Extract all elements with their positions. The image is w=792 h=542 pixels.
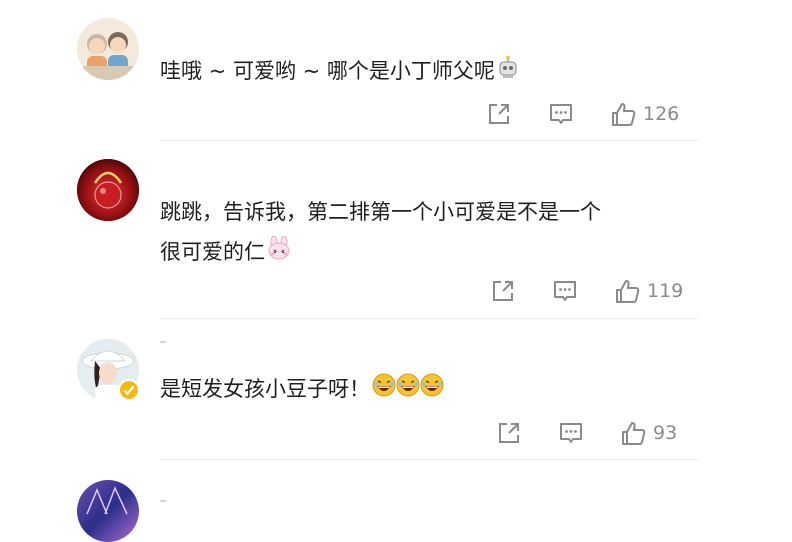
comment-body-line1: 跳跳，告诉我，第二排第一个小可爱是不是一个 xyxy=(160,200,601,224)
like-count: 119 xyxy=(647,280,684,302)
comment-text: 跳跳，告诉我，第二排第一个小可爱是不是一个 很可爱的仁 xyxy=(160,193,601,272)
comment-body: 哇哦 ~ 可爱哟 ~ 哪个是小丁师父呢 xyxy=(160,59,495,83)
share-button[interactable] xyxy=(490,276,516,306)
thumbs-up-icon xyxy=(622,421,646,445)
comment-text: 是短发女孩小豆子呀！ xyxy=(160,370,444,409)
comment-body: 是短发女孩小豆子呀！ xyxy=(160,377,370,401)
robot-emoji-icon xyxy=(497,53,519,91)
avatar[interactable] xyxy=(77,480,139,542)
comment-item: 是短发女孩小豆子呀！ 93 xyxy=(0,319,792,460)
comment-icon xyxy=(550,104,572,124)
comment-body-line2: 很可爱的仁 xyxy=(160,240,265,264)
avatar[interactable] xyxy=(77,159,139,221)
like-button[interactable]: 119 xyxy=(614,276,683,306)
bunny-emoji-icon xyxy=(267,234,291,272)
comment-item: 哇哦 ~ 可爱哟 ~ 哪个是小丁师父呢 126 xyxy=(0,0,792,141)
comment-text: 哇哦 ~ 可爱哟 ~ 哪个是小丁师父呢 xyxy=(160,52,519,91)
comment-icon xyxy=(560,423,582,443)
share-button[interactable] xyxy=(486,99,512,129)
comment-actions: 93 xyxy=(496,418,706,448)
comment-item: 跳跳，告诉我，第二排第一个小可爱是不是一个 很可爱的仁 119 xyxy=(0,141,792,319)
share-icon xyxy=(493,281,513,301)
laughing-emoji-icon xyxy=(372,371,444,409)
comment-actions: 126 xyxy=(486,99,696,129)
reply-button[interactable] xyxy=(558,418,584,448)
divider-mark xyxy=(160,341,166,343)
avatar[interactable] xyxy=(77,18,139,80)
check-icon xyxy=(123,385,135,396)
like-count: 126 xyxy=(643,103,680,125)
comment-item xyxy=(0,460,792,542)
thumbs-up-icon xyxy=(616,279,640,303)
verified-badge xyxy=(118,379,140,401)
reply-button[interactable] xyxy=(548,99,574,129)
share-icon xyxy=(499,423,519,443)
like-button[interactable]: 93 xyxy=(620,418,677,448)
like-count: 93 xyxy=(653,422,678,444)
like-button[interactable]: 126 xyxy=(610,99,679,129)
divider-mark xyxy=(160,500,166,502)
share-icon xyxy=(489,104,509,124)
share-button[interactable] xyxy=(496,418,522,448)
reply-button[interactable] xyxy=(552,276,578,306)
comment-icon xyxy=(554,281,576,301)
comment-actions: 119 xyxy=(490,276,700,306)
thumbs-up-icon xyxy=(612,102,636,126)
